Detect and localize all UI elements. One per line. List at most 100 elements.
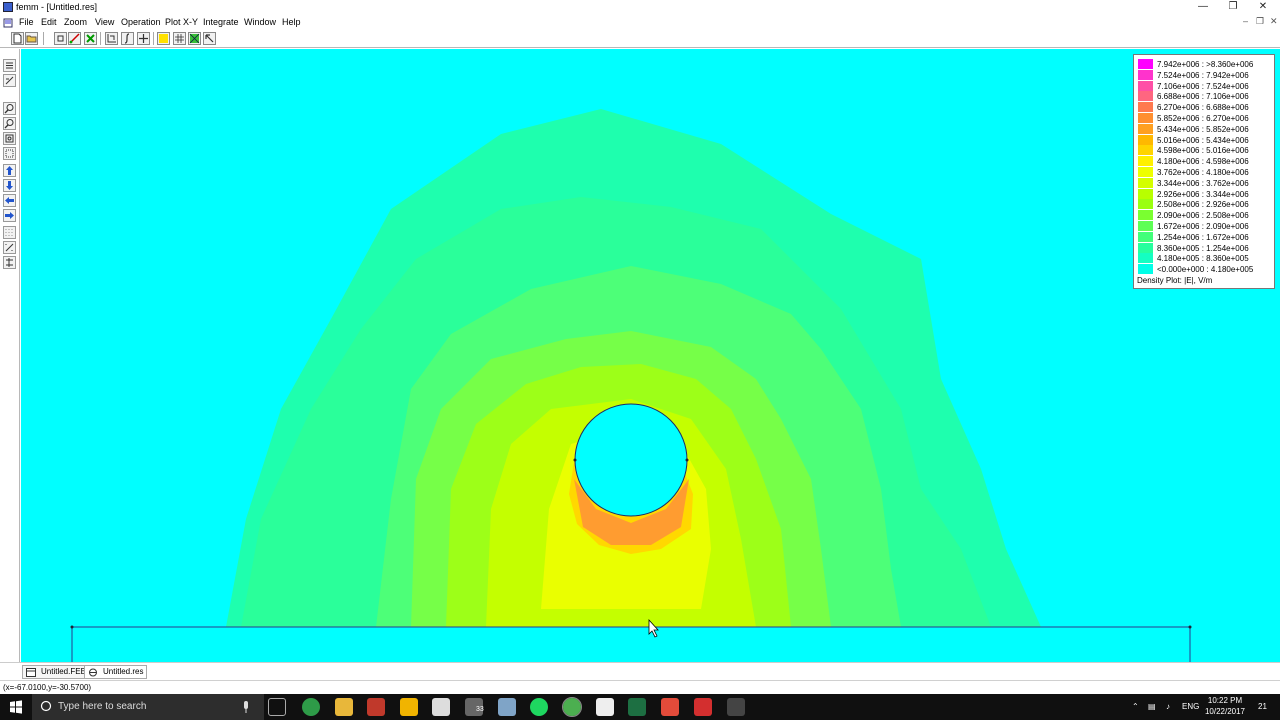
menu-help[interactable]: Help <box>282 17 301 27</box>
excel-icon[interactable] <box>628 698 646 716</box>
title-bar: femm - [Untitled.res] — ❐ ✕ <box>0 0 1280 15</box>
point-mode-icon[interactable] <box>54 32 67 45</box>
menu-window[interactable]: Window <box>244 17 276 27</box>
list-view-icon[interactable] <box>3 59 16 72</box>
edit-view-icon[interactable] <box>3 74 16 87</box>
zoom-window-left-icon[interactable] <box>3 147 16 160</box>
legend-row: 4.598e+006 : 5.016e+006 <box>1137 145 1273 156</box>
boundary-node-left <box>70 625 74 629</box>
windows-logo-icon <box>10 700 22 714</box>
grid-settings-icon[interactable] <box>3 256 16 269</box>
spotify-icon[interactable] <box>530 698 548 716</box>
legend-swatch <box>1138 145 1153 156</box>
snap-grid-icon[interactable] <box>3 241 16 254</box>
grid-icon[interactable] <box>3 226 16 239</box>
notification-count[interactable]: 21 <box>1258 702 1267 711</box>
add-point-icon[interactable] <box>137 32 150 45</box>
legend-range-label: 7.106e+006 : 7.524e+006 <box>1157 81 1249 91</box>
menu-integrate[interactable]: Integrate <box>203 17 239 27</box>
pan-down-icon[interactable] <box>3 179 16 192</box>
legend-row: 8.360e+005 : 1.254e+006 <box>1137 242 1273 254</box>
left-toolbar <box>0 49 20 662</box>
menu-zoom[interactable]: Zoom <box>64 17 87 27</box>
pointer-icon[interactable] <box>203 32 216 45</box>
mdi-restore-button[interactable]: ❐ <box>1256 16 1264 27</box>
pan-right-icon[interactable] <box>3 209 16 222</box>
file-explorer-icon[interactable] <box>335 698 353 716</box>
mdi-minimize-button[interactable]: ‒ <box>1243 16 1248 26</box>
legend-swatch <box>1138 113 1153 123</box>
app-orange-icon[interactable] <box>661 698 679 716</box>
menu-operation[interactable]: Operation <box>121 17 161 27</box>
taskbar-search[interactable]: Type here to search <box>32 694 264 720</box>
legend-row: 2.090e+006 : 2.508e+006 <box>1137 210 1273 221</box>
legend-range-label: 3.762e+006 : 4.180e+006 <box>1157 168 1249 177</box>
menu-file[interactable]: File <box>19 17 34 27</box>
zoom-window-icon[interactable] <box>105 32 118 45</box>
density-plot-area[interactable] <box>21 49 1280 662</box>
menu-plot-xy[interactable]: Plot X-Y <box>165 17 198 27</box>
legend-range-label: 7.524e+006 : 7.942e+006 <box>1157 70 1249 80</box>
pan-up-icon[interactable] <box>3 164 16 177</box>
tab-untitled-res[interactable]: Untitled.res <box>84 665 148 679</box>
clear-contour-icon[interactable] <box>84 32 97 45</box>
legend-swatch <box>1138 210 1153 221</box>
window-title: femm - [Untitled.res] <box>16 2 98 12</box>
fee-document-icon <box>26 668 36 677</box>
legend-row: 7.106e+006 : 7.524e+006 <box>1137 80 1273 92</box>
conductor-node-left <box>573 458 577 462</box>
integral-icon[interactable] <box>121 32 134 45</box>
start-button[interactable] <box>0 694 32 720</box>
contour-icon[interactable] <box>68 32 81 45</box>
minimize-button[interactable]: — <box>1188 0 1218 15</box>
document-icon[interactable] <box>3 17 14 28</box>
menu-edit[interactable]: Edit <box>41 17 57 27</box>
calendar-icon[interactable] <box>432 698 450 716</box>
menu-bar: File Edit Zoom View Operation Plot X-Y I… <box>0 15 1280 30</box>
mdi-close-button[interactable]: ✕ <box>1270 16 1278 27</box>
zoom-out-icon[interactable] <box>3 117 16 130</box>
main-toolbar <box>0 30 1280 48</box>
tab-untitled-fee[interactable]: Untitled.FEE <box>22 665 90 679</box>
volume-icon[interactable]: ♪ <box>1166 702 1170 711</box>
close-button[interactable]: ✕ <box>1248 0 1278 15</box>
show-hidden-icons-icon[interactable]: ⌃ <box>1132 702 1139 711</box>
legend-row: 5.434e+006 : 5.852e+006 <box>1137 123 1273 135</box>
app-yellow-icon[interactable] <box>400 698 418 716</box>
task-view-icon[interactable] <box>268 698 286 716</box>
boundary-node-right <box>1188 625 1192 629</box>
res-document-icon <box>89 668 97 677</box>
legend-swatch <box>1138 69 1153 80</box>
open-file-icon[interactable] <box>25 32 38 45</box>
legend-swatch <box>1138 231 1153 242</box>
photos-icon[interactable] <box>596 698 614 716</box>
mesh-icon[interactable] <box>188 32 201 45</box>
clock-time[interactable]: 10:22 PM <box>1204 696 1246 705</box>
maximize-button[interactable]: ❐ <box>1218 0 1248 15</box>
clock-date[interactable]: 10/22/2017 <box>1202 707 1248 716</box>
app-blue-icon[interactable] <box>498 698 516 716</box>
pan-left-icon[interactable] <box>3 194 16 207</box>
density-plot-icon[interactable] <box>157 32 170 45</box>
chrome-icon[interactable] <box>302 698 320 716</box>
zoom-natural-icon[interactable] <box>3 132 16 145</box>
legend-row: <0.000e+000 : 4.180e+005 <box>1137 264 1273 275</box>
vector-plot-icon[interactable] <box>173 32 186 45</box>
legend-swatch <box>1138 264 1153 275</box>
legend-swatch <box>1138 134 1153 145</box>
language-indicator[interactable]: ENG <box>1182 702 1199 711</box>
microphone-icon[interactable] <box>242 700 250 714</box>
legend-range-label: 7.942e+006 : >8.360e+006 <box>1157 60 1254 69</box>
new-file-icon[interactable] <box>11 32 24 45</box>
legend-range-label: 3.344e+006 : 3.762e+006 <box>1157 178 1249 188</box>
femm-taskbar-icon[interactable] <box>562 697 582 717</box>
app-red-icon[interactable] <box>367 698 385 716</box>
acrobat-icon[interactable] <box>694 698 712 716</box>
search-icon <box>40 700 52 712</box>
mail-icon[interactable]: 33 <box>465 698 484 716</box>
menu-view[interactable]: View <box>95 17 114 27</box>
legend-range-label: 5.852e+006 : 6.270e+006 <box>1157 114 1249 123</box>
app-dark-icon[interactable] <box>727 698 745 716</box>
network-icon[interactable]: ▤ <box>1148 702 1156 711</box>
zoom-in-icon[interactable] <box>3 102 16 115</box>
